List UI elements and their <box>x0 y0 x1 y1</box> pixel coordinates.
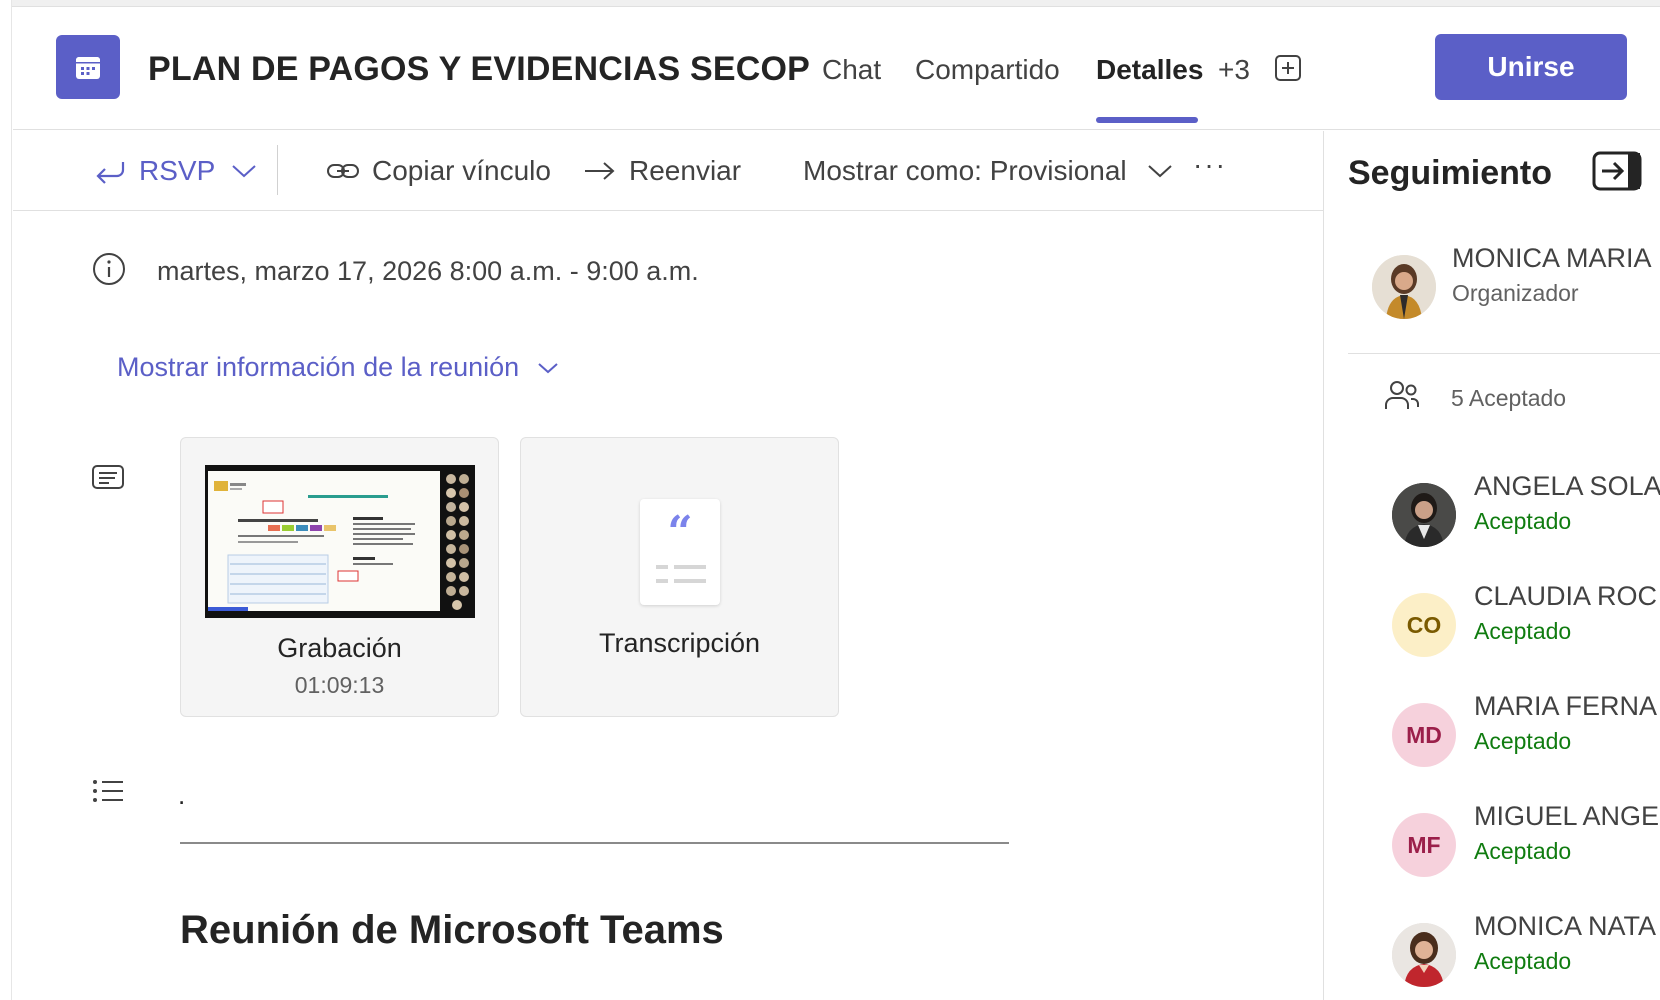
forward-label: Reenviar <box>629 155 742 186</box>
close-panel-icon[interactable] <box>1592 151 1642 191</box>
meeting-title: PLAN DE PAGOS Y EVIDENCIAS SECOP <box>148 50 810 88</box>
tab-shared[interactable]: Compartido <box>915 54 1060 86</box>
info-icon <box>92 252 126 286</box>
reply-arrow-icon <box>93 156 127 186</box>
show-as-dropdown[interactable]: Mostrar como: Provisional <box>803 153 1173 189</box>
tab-chat[interactable]: Chat <box>822 54 881 86</box>
attendee-status: Aceptado <box>1474 838 1572 864</box>
link-icon <box>326 160 360 182</box>
meeting-toolbar: RSVP Copiar vínculo Reenviar Mostrar com… <box>13 131 1323 211</box>
attendee-avatar[interactable]: MD <box>1392 703 1456 767</box>
participant-thumbnails <box>446 474 469 610</box>
attendee-name: CLAUDIA ROC <box>1474 581 1658 611</box>
show-meeting-info-toggle[interactable]: Mostrar información de la reunión <box>117 352 559 383</box>
attendee-status: Aceptado <box>1474 618 1572 644</box>
meeting-header: PLAN DE PAGOS Y EVIDENCIAS SECOP Chat Co… <box>13 8 1660 130</box>
attendee-status: Aceptado <box>1474 728 1572 754</box>
chevron-down-icon <box>537 361 559 375</box>
meeting-datetime: martes, marzo 17, 2026 8:00 a.m. - 9:00 … <box>157 256 699 286</box>
tab-more[interactable]: +3 <box>1218 54 1250 86</box>
organizer-name: MONICA MARIA <box>1452 243 1652 273</box>
separator-line <box>180 842 1009 844</box>
bulleted-list-icon <box>91 776 125 811</box>
attendee-avatar[interactable]: MF <box>1392 813 1456 877</box>
recording-card[interactable]: Grabación 01:09:13 <box>180 437 499 717</box>
transcript-icon: “ <box>640 499 720 605</box>
attendee-avatar[interactable]: CO <box>1392 593 1456 657</box>
recording-thumbnail <box>205 465 475 618</box>
tab-details[interactable]: Detalles <box>1096 54 1203 86</box>
attendee-status: Aceptado <box>1474 508 1572 534</box>
accepted-count: 5 Aceptado <box>1451 385 1567 411</box>
body-text: . <box>178 780 186 810</box>
show-as-label: Mostrar como: Provisional <box>803 155 1127 186</box>
recording-duration: 01:09:13 <box>294 672 385 698</box>
people-icon <box>1384 379 1420 416</box>
chevron-down-icon <box>231 163 257 179</box>
attendee-name: ANGELA SOLA <box>1474 471 1660 501</box>
attendee-avatar[interactable] <box>1392 483 1456 547</box>
transcript-card[interactable]: “ Transcripción <box>520 437 839 717</box>
active-tab-indicator <box>1096 117 1198 123</box>
notes-icon <box>91 463 125 498</box>
recording-label: Grabación <box>277 633 402 663</box>
attendee-avatar[interactable] <box>1392 923 1456 987</box>
toolbar-divider <box>277 145 278 195</box>
app-rail-edge <box>0 0 12 1000</box>
attendee-name: MIGUEL ANGE <box>1474 801 1660 831</box>
chevron-down-icon <box>1147 163 1173 179</box>
panel-divider <box>1348 353 1660 354</box>
attendee-status: Aceptado <box>1474 948 1572 974</box>
calendar-icon <box>56 35 120 99</box>
tracking-panel: Seguimiento MONICA MARIA Organizador 5 A… <box>1323 131 1660 1000</box>
attendee-name: MONICA NATA <box>1474 911 1657 941</box>
forward-button[interactable]: Reenviar <box>583 153 741 189</box>
panel-title: Seguimiento <box>1348 154 1553 192</box>
copy-link-button[interactable]: Copiar vínculo <box>326 153 551 189</box>
organizer-avatar[interactable] <box>1372 255 1436 319</box>
add-tab-icon[interactable] <box>1274 54 1302 82</box>
slide-preview <box>208 471 440 611</box>
more-options-button[interactable]: ··· <box>1193 147 1227 183</box>
attendee-name: MARIA FERNA <box>1474 691 1658 721</box>
rsvp-label: RSVP <box>139 155 216 186</box>
copy-link-label: Copiar vínculo <box>372 155 551 186</box>
window-top-edge <box>0 0 1660 7</box>
show-meeting-info-label: Mostrar información de la reunión <box>117 352 520 382</box>
organizer-role: Organizador <box>1452 280 1579 306</box>
teams-meeting-heading: Reunión de Microsoft Teams <box>180 908 724 952</box>
join-button[interactable]: Unirse <box>1435 34 1627 100</box>
rsvp-button[interactable]: RSVP <box>93 153 257 189</box>
transcript-label: Transcripción <box>598 628 761 658</box>
svg-text:“: “ <box>667 507 692 558</box>
arrow-right-icon <box>583 160 617 182</box>
